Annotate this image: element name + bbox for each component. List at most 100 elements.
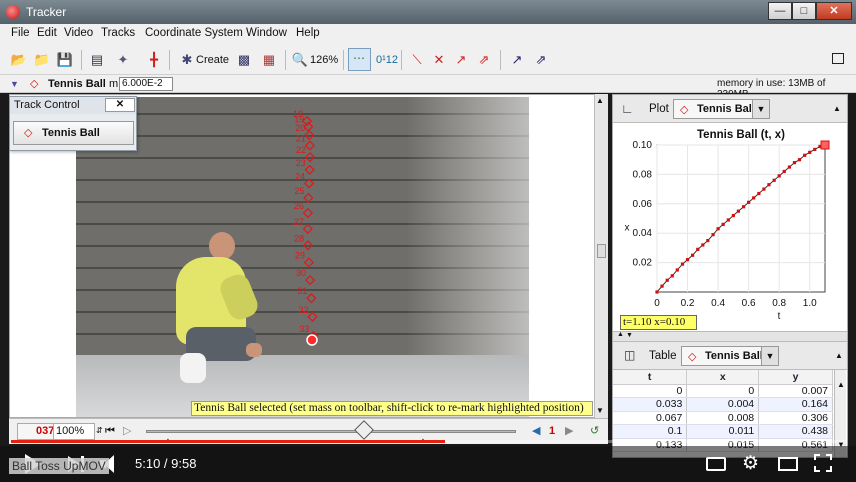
save-icon[interactable]: 💾 [56,51,74,69]
table-cell-y[interactable]: 0.164 [758,397,833,412]
track-name-label[interactable]: Tennis Ball [48,78,106,90]
create-button[interactable]: Create [196,50,229,70]
youtube-fullscreen-icon[interactable] [814,454,832,472]
step-forward-icon[interactable]: ▶ [565,424,573,438]
menu-window[interactable]: Window [246,27,287,39]
table-header: ◫ Table ◇ Tennis Ball ▼ ▲ [613,342,847,370]
playback-rate-field[interactable]: 100% [53,423,95,440]
create-track-icon: ✱ [181,52,193,67]
table-cell-x[interactable]: 0.008 [686,411,760,425]
table-collapse-icon[interactable]: ▲ [835,351,843,360]
scroll-down-arrow-icon[interactable]: ▼ [596,406,604,415]
mass-field[interactable]: 6.000E-2 [119,77,173,91]
track-control-close-button[interactable]: ✕ [105,98,135,112]
table-row[interactable]: 0 0 0.007 [613,384,833,398]
column-header-t[interactable]: t [613,370,688,385]
menu-coordinate-system[interactable]: Coordinate System [145,27,243,39]
show-trails-button[interactable]: ⋯ [348,48,371,71]
path-line-icon[interactable]: ⟍ [408,51,426,69]
maximize-button[interactable]: □ [792,2,816,20]
clip-settings-icon[interactable]: ▤ [88,51,106,69]
track-frame-label: 32 [299,305,309,315]
youtube-settings-gear-icon[interactable]: ⚙ [742,454,759,473]
table-cell-x[interactable]: 0.011 [686,424,760,439]
step-size-label[interactable]: 1 [549,424,555,438]
force-vector-icon[interactable]: ↗ [508,51,526,69]
tennis-ball-track-button[interactable]: ◇ Tennis Ball [13,121,134,145]
table-cell-y[interactable]: 0.438 [758,424,833,439]
menu-edit[interactable]: Edit [37,27,57,39]
table-cell-t[interactable]: 0.1 [613,424,688,439]
data-point [736,209,741,213]
youtube-progress-bar[interactable] [11,440,846,443]
acceleration-vector-icon[interactable]: ⇗ [475,51,493,69]
show-labels-button[interactable]: 0¹12 [376,50,398,70]
menu-video[interactable]: Video [64,27,93,39]
zoom-level-label[interactable]: 126% [310,50,338,70]
table-cell-x[interactable]: 0.004 [686,397,760,412]
step-back-icon[interactable]: ◀ [532,424,540,438]
minimize-button[interactable]: — [768,2,792,20]
momentum-vector-icon[interactable]: ⇗ [532,51,550,69]
table-cell-t[interactable]: 0 [613,384,688,398]
xt-plot: Tennis Ball (t, x) 0 0.2 0.4 0.6 0.8 1.0 0.02 0.… [625,129,830,322]
zoom-icon[interactable]: 🔍 [291,51,309,69]
column-header-y[interactable]: y [758,370,833,385]
open-recent-icon[interactable]: 📁 [33,51,51,69]
table-row[interactable]: 0.1 0.011 0.438 [613,424,833,439]
track-menu-arrow-icon[interactable]: ▼ [10,79,19,89]
video-scrollbar[interactable]: ▲ ▼ [594,94,608,418]
data-point [670,274,674,278]
data-point [762,187,766,191]
open-folder-icon[interactable]: 📂 [10,51,28,69]
video-frame[interactable]: 18 19 20 21 22 23 24 25 26 27 28 29 30 31 32 33 [76,97,529,417]
menu-help[interactable]: Help [296,27,320,39]
track-control-icon[interactable]: ▩ [235,51,253,69]
toolbar-separator [81,50,82,70]
scroll-up-arrow-icon[interactable]: ▲ [596,96,604,105]
close-button[interactable]: ✕ [816,2,852,20]
table-scrollbar[interactable]: ▲ ▼ [834,370,846,457]
table-track-selector[interactable]: ◇ Tennis Ball [681,346,771,366]
plot-area[interactable]: Tennis Ball (t, x) 0 0.2 0.4 0.6 0.8 1.0 0.02 0.… [613,123,847,331]
plot-collapse-icon[interactable]: ▲ [833,104,841,113]
x-tick-label: 0.6 [742,298,756,309]
table-cell-x[interactable]: 0 [686,384,760,398]
plot-panel-label: Plot [649,103,669,115]
x-tick-label: 0.2 [681,298,695,309]
table-cell-t[interactable]: 0.067 [613,411,688,425]
table-cell-y[interactable]: 0.007 [758,384,833,398]
play-button-icon[interactable]: ▷ [123,424,131,438]
table-row[interactable]: 0.033 0.004 0.164 [613,397,833,412]
table-scroll-up-icon[interactable]: ▲ [837,380,845,389]
table-track-dropdown-icon[interactable]: ▼ [761,346,779,366]
y-tick-label: 0.04 [633,228,653,239]
divider-up-arrow-icon[interactable]: ▲ [617,331,624,338]
divider-down-arrow-icon[interactable]: ▼ [626,332,633,339]
autotracker-icon[interactable]: ▦ [260,51,278,69]
table-cell-t[interactable]: 0.033 [613,397,688,412]
youtube-captions-icon[interactable] [706,457,726,471]
data-point [741,205,746,209]
y-tick-label: 0.10 [633,140,653,151]
maximize-view-icon[interactable] [832,53,844,64]
calibration-tools-icon[interactable]: ✦ [114,51,132,69]
rate-spinner-icon[interactable]: ⇵ [96,424,103,438]
frame-slider[interactable] [146,430,516,433]
table-cell-y[interactable]: 0.306 [758,411,833,425]
panel-divider[interactable]: ▲ ▼ [613,331,847,342]
velocity-vector-icon[interactable]: ↗ [452,51,470,69]
loop-icon[interactable]: ↺ [590,424,599,438]
menu-file[interactable]: File [11,27,30,39]
axes-icon[interactable]: ╋ [145,51,163,69]
frame-slider-thumb[interactable] [354,420,375,440]
column-header-x[interactable]: x [686,370,760,385]
plot-track-dropdown-icon[interactable]: ▼ [752,99,770,119]
reset-button-icon[interactable]: ⏮ [105,424,115,438]
menu-tracks[interactable]: Tracks [101,27,135,39]
track-control-panel: Track Control ✕ ◇ Tennis Ball [9,96,137,151]
position-marker-icon[interactable]: ✕ [430,51,448,69]
scroll-thumb[interactable] [597,244,606,258]
table-row[interactable]: 0.067 0.008 0.306 [613,411,833,425]
youtube-theater-icon[interactable] [778,457,798,471]
